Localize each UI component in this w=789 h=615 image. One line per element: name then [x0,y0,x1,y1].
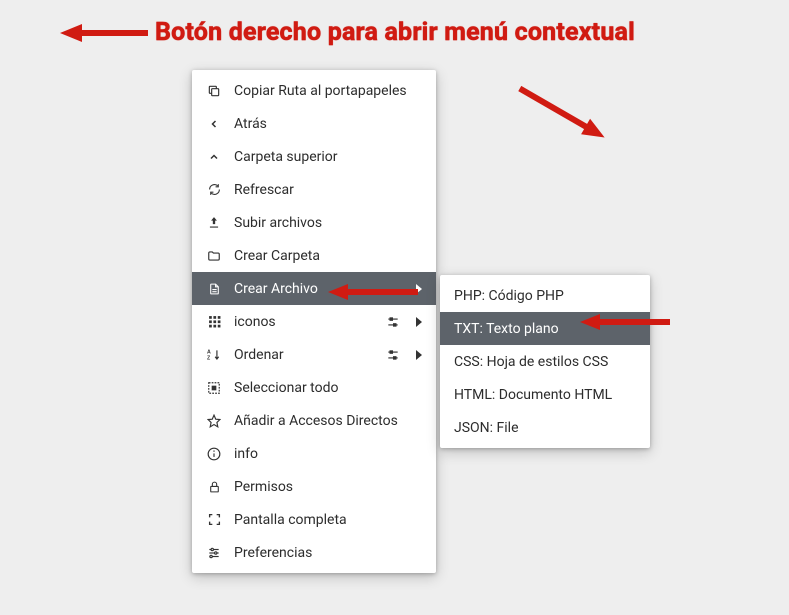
select-all-icon [206,380,222,396]
menu-item-label: Preferencias [234,545,424,561]
file-icon [206,281,222,297]
menu-item-label: Crear Carpeta [234,248,424,264]
submenu-item-json[interactable]: JSON: File [440,411,650,444]
submenu-item-php[interactable]: PHP: Código PHP [440,279,650,312]
menu-item-add-shortcut[interactable]: Añadir a Accesos Directos [192,404,436,437]
menu-item-icons[interactable]: iconos [192,305,436,338]
chevron-up-icon [206,149,222,165]
menu-item-preferences[interactable]: Preferencias [192,536,436,569]
menu-item-create-file[interactable]: Crear Archivo [192,272,436,305]
sort-icon: AZ [206,347,222,363]
menu-item-refresh[interactable]: Refrescar [192,173,436,206]
info-icon [206,446,222,462]
star-icon [206,413,222,429]
menu-item-label: Atrás [234,116,424,132]
submenu-chevron-icon [414,350,424,360]
menu-item-label: iconos [234,314,372,330]
adjust-icon [384,315,402,329]
menu-item-label: Crear Archivo [234,281,402,297]
menu-item-upload[interactable]: Subir archivos [192,206,436,239]
submenu-item-label: PHP: Código PHP [454,288,564,304]
menu-item-label: Seleccionar todo [234,380,424,396]
submenu-item-css[interactable]: CSS: Hoja de estilos CSS [440,345,650,378]
lock-icon [206,479,222,495]
submenu-chevron-icon [414,317,424,327]
folder-icon [206,248,222,264]
menu-item-sort[interactable]: AZ Ordenar [192,338,436,371]
adjust-icon [384,348,402,362]
svg-text:A: A [207,349,211,355]
menu-item-info[interactable]: info [192,437,436,470]
submenu-item-label: JSON: File [454,420,519,436]
menu-item-label: info [234,446,424,462]
refresh-icon [206,182,222,198]
fullscreen-icon [206,512,222,528]
menu-item-label: Carpeta superior [234,149,424,165]
submenu-chevron-icon [414,284,424,294]
submenu-item-label: TXT: Texto plano [454,321,559,337]
menu-item-label: Añadir a Accesos Directos [234,413,424,429]
menu-item-select-all[interactable]: Seleccionar todo [192,371,436,404]
copy-icon [206,83,222,99]
upload-icon [206,215,222,231]
chevron-left-icon [206,116,222,132]
menu-item-label: Permisos [234,479,424,495]
menu-item-label: Refrescar [234,182,424,198]
menu-item-parent-folder[interactable]: Carpeta superior [192,140,436,173]
menu-item-label: Ordenar [234,347,372,363]
arrow-graphic [502,80,612,140]
menu-item-fullscreen[interactable]: Pantalla completa [192,503,436,536]
submenu-item-html[interactable]: HTML: Documento HTML [440,378,650,411]
header-title: Botón derecho para abrir menú contextual [155,18,635,47]
svg-text:Z: Z [207,355,211,361]
menu-item-label: Copiar Ruta al portapapeles [234,83,424,99]
menu-item-copy-path[interactable]: Copiar Ruta al portapapeles [192,74,436,107]
context-menu: Copiar Ruta al portapapeles Atrás Carpet… [192,70,436,573]
menu-item-label: Pantalla completa [234,512,424,528]
grid-icon [206,314,222,330]
menu-item-create-folder[interactable]: Crear Carpeta [192,239,436,272]
submenu-item-label: HTML: Documento HTML [454,387,612,403]
submenu-item-txt[interactable]: TXT: Texto plano [440,312,650,345]
arrow-graphic [60,22,150,44]
submenu-item-label: CSS: Hoja de estilos CSS [454,354,608,370]
menu-item-label: Subir archivos [234,215,424,231]
create-file-submenu: PHP: Código PHP TXT: Texto plano CSS: Ho… [440,275,650,448]
menu-item-permissions[interactable]: Permisos [192,470,436,503]
menu-item-back[interactable]: Atrás [192,107,436,140]
sliders-icon [206,545,222,561]
